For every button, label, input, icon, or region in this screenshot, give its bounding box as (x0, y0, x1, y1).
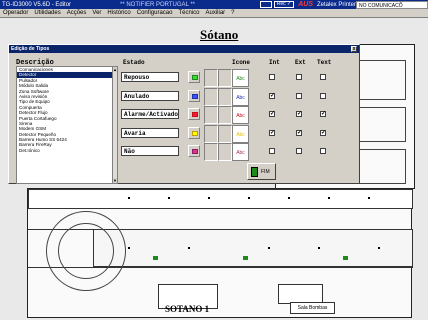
company-title: ** NOTIFIER PORTUGAL ** (120, 1, 196, 8)
plan-label: SOTANO 1 (165, 304, 210, 314)
menu-accoes[interactable]: Acções (64, 10, 90, 16)
text-checkbox[interactable] (320, 74, 326, 80)
icon-slot[interactable] (218, 143, 232, 161)
scroll-down-icon[interactable]: ▼ (113, 178, 117, 183)
int-checkbox[interactable]: ✓ (269, 93, 275, 99)
menu-help[interactable]: ? (228, 10, 237, 16)
text-header: Text (317, 59, 332, 66)
ext-header: Ext (295, 59, 306, 66)
rec-box[interactable]: Rec ✓ (273, 1, 295, 8)
device-icon[interactable] (188, 108, 200, 120)
sotano-floor-plan (27, 188, 413, 318)
state-label: Repouso (121, 72, 179, 82)
list-item[interactable]: Det.Iónico (17, 148, 117, 153)
brand-logo: AUS (298, 1, 313, 8)
close-icon[interactable]: x (351, 46, 357, 52)
ext-checkbox[interactable] (296, 93, 302, 99)
icon-slot[interactable] (218, 69, 232, 87)
text-color-sample[interactable]: Abc (232, 143, 249, 161)
menu-historico[interactable]: Histórico (104, 10, 133, 16)
toolbar-box[interactable] (259, 1, 272, 8)
floor-title: Sótano (200, 27, 239, 42)
estado-header: Estado (123, 59, 145, 66)
ext-checkbox[interactable] (296, 74, 302, 80)
device-icon[interactable] (343, 256, 348, 260)
icon-slot[interactable] (218, 106, 232, 124)
icon-slot[interactable] (204, 69, 218, 87)
int-checkbox[interactable] (269, 148, 275, 154)
menu-auxiliar[interactable]: Auxiliar (202, 10, 228, 16)
dialog-title: Edição de Tipos x (9, 45, 359, 53)
menu-configuracao[interactable]: Configuracao (134, 10, 176, 16)
communication-status: NO COMUNICACÕ (356, 0, 428, 9)
text-checkbox[interactable] (320, 148, 326, 154)
exit-door-icon (251, 167, 258, 177)
icon-slot[interactable] (218, 125, 232, 143)
state-label: Alarme/Activado (121, 109, 179, 119)
state-label: Não (121, 146, 179, 156)
device-icon[interactable] (153, 256, 158, 260)
ext-checkbox[interactable]: ✓ (296, 111, 302, 117)
scroll-up-icon[interactable]: ▲ (113, 67, 117, 72)
text-checkbox[interactable]: ✓ (320, 130, 326, 136)
menu-utilidades[interactable]: Utilidades (31, 10, 63, 16)
menu-operador[interactable]: Operador (0, 10, 31, 16)
icon-slot[interactable] (204, 88, 218, 106)
ext-checkbox[interactable]: ✓ (296, 130, 302, 136)
text-color-sample[interactable]: Abc (232, 69, 249, 87)
scrollbar[interactable]: ▲ ▼ (112, 67, 117, 183)
icon-slot[interactable] (218, 88, 232, 106)
description-list[interactable]: Comunicaciones Detector Pulsador Módulo Sal… (16, 66, 118, 184)
menu-tecnico[interactable]: Técnico (175, 10, 202, 16)
device-icon[interactable] (188, 90, 200, 102)
int-checkbox[interactable]: ✓ (269, 111, 275, 117)
app-title: TG-ID3000 V5.6D - Editor (2, 1, 72, 8)
dialog-title-text: Edição de Tipos (11, 46, 50, 52)
menu-bar: Operador Utilidades Acções Ver Histórico… (0, 9, 428, 18)
int-checkbox[interactable] (269, 74, 275, 80)
title-bar: TG-ID3000 V5.6D - Editor ** NOTIFIER POR… (0, 0, 428, 9)
device-icon[interactable] (243, 256, 248, 260)
text-checkbox[interactable] (320, 93, 326, 99)
device-icon[interactable] (188, 71, 200, 83)
text-color-sample[interactable]: Abc (232, 106, 249, 124)
int-header: Int (269, 59, 280, 66)
icon-slot[interactable] (204, 143, 218, 161)
room-label: Sala Bombas (290, 302, 335, 314)
fim-label: FIM (261, 169, 270, 175)
int-checkbox[interactable]: ✓ (269, 130, 275, 136)
device-icon[interactable] (188, 145, 200, 157)
state-label: Anulado (121, 91, 179, 101)
printer-label: Zetalex Printer (316, 1, 356, 8)
text-color-sample[interactable]: Abc (232, 88, 249, 106)
device-icon[interactable] (188, 127, 200, 139)
menu-ver[interactable]: Ver (89, 10, 104, 16)
icon-slot[interactable] (204, 125, 218, 143)
fim-button[interactable]: FIM (247, 163, 276, 180)
state-label: Avaria (121, 128, 179, 138)
text-checkbox[interactable]: ✓ (320, 111, 326, 117)
ext-checkbox[interactable] (296, 148, 302, 154)
icon-slot[interactable] (204, 106, 218, 124)
text-color-sample[interactable]: Abc (232, 125, 249, 143)
icone-header: Icone (232, 59, 251, 66)
